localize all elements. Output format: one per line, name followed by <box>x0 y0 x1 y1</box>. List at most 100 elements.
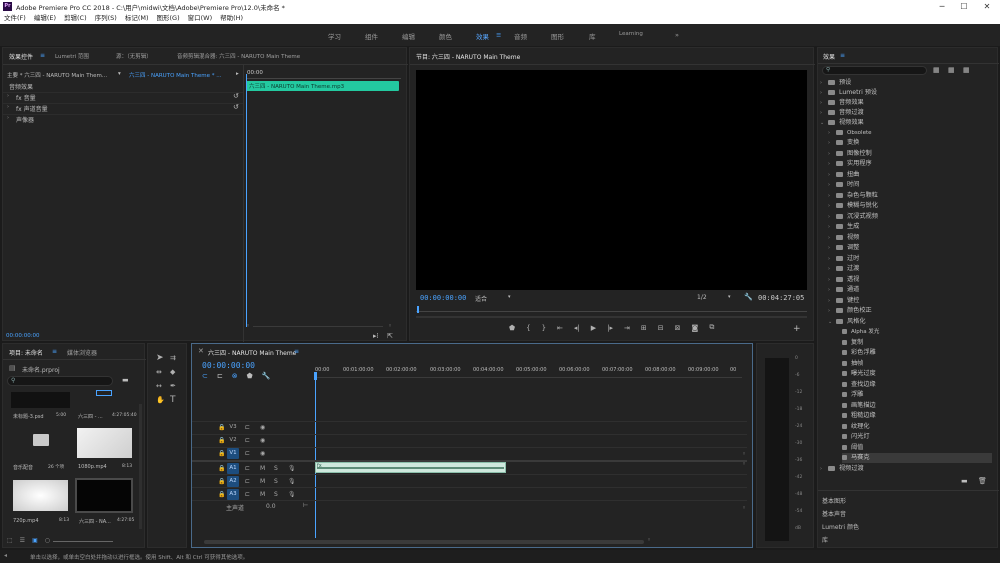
v1-lock-icon[interactable]: 🔒 <box>218 450 225 457</box>
tree-utility[interactable]: › 实用程序 <box>828 159 872 169</box>
panel-libraries[interactable]: 库 <box>822 535 828 544</box>
panel-lumetri-color[interactable]: Lumetri 颜色 <box>822 522 859 531</box>
workspace-tab-color[interactable]: 颜色 <box>439 31 452 41</box>
tree-video-effects[interactable]: ⌄ 视频效果 <box>820 118 864 128</box>
tree-transition[interactable]: › 过渡 <box>828 264 859 274</box>
export-frame-icon[interactable]: ⇱ <box>387 332 393 340</box>
effect-channel-volume[interactable]: fx 声道音量 <box>16 104 48 113</box>
maximize-button[interactable]: ☐ <box>957 1 971 12</box>
v-scroll-handle-top-icon[interactable]: ◦ <box>742 450 746 458</box>
v3-sync-icon[interactable]: ⊏ <box>245 424 250 431</box>
panel-essential-sound[interactable]: 基本声音 <box>822 509 846 518</box>
a1-mute-button[interactable]: M <box>260 465 265 472</box>
settings-wrench-icon[interactable]: 🔧 <box>744 293 753 301</box>
tree-transform[interactable]: › 变换 <box>828 138 859 148</box>
tree-video[interactable]: › 视频 <box>828 233 859 243</box>
razor-tool-icon[interactable]: ◆ <box>170 368 175 376</box>
tree-time[interactable]: › 时间 <box>828 180 859 190</box>
v3-target-button[interactable]: V3 <box>227 422 239 433</box>
ripple-edit-tool-icon[interactable]: ⇹ <box>156 368 162 376</box>
tree-obsolete-cn[interactable]: › 过时 <box>828 254 859 264</box>
program-video-canvas[interactable] <box>416 70 807 290</box>
tree-distort[interactable]: › 扭曲 <box>828 170 859 180</box>
workspace-tab-audio[interactable]: 音频 <box>514 31 527 41</box>
panel-menu-icon[interactable]: ≡ <box>40 52 45 59</box>
a1-sync-icon[interactable]: ⊏ <box>245 465 250 472</box>
tree-posterize-time[interactable]: 抽帧 <box>842 359 863 369</box>
a3-target-button[interactable]: A3 <box>227 489 239 500</box>
menu-help[interactable]: 帮助(H) <box>216 13 247 24</box>
menu-marker[interactable]: 标记(M) <box>121 13 153 24</box>
tree-roughen-edges[interactable]: 粗糙边缘 <box>842 411 876 421</box>
clip-selector-dropdown-icon[interactable]: ▾ <box>118 71 121 77</box>
resolution-dropdown[interactable]: 1/2 <box>697 294 707 301</box>
menu-file[interactable]: 文件(F) <box>0 13 30 24</box>
v2-target-button[interactable]: V2 <box>227 435 239 446</box>
a2-lock-icon[interactable]: 🔒 <box>218 478 225 485</box>
hand-tool-icon[interactable]: ✋ <box>156 396 165 404</box>
accelerated-filter-icon[interactable]: ▦ <box>933 66 940 74</box>
tree-threshold[interactable]: 阈值 <box>842 443 863 453</box>
thumb-zoom-slider[interactable] <box>53 541 113 542</box>
selection-tool-icon[interactable]: ➤ <box>156 354 164 363</box>
program-monitor-title[interactable]: 节目: 六三四 - NARUTO Main Theme <box>416 52 520 61</box>
a3-mute-button[interactable]: M <box>260 491 265 498</box>
fit-dropdown[interactable]: 适合 <box>475 294 487 303</box>
fit-dropdown-icon[interactable]: ▾ <box>508 294 511 300</box>
tree-brush-strokes[interactable]: 画笔描边 <box>842 401 876 411</box>
go-to-out-icon[interactable]: ⇥ <box>624 324 630 332</box>
tab-effect-controls[interactable]: 效果控件 <box>9 52 33 61</box>
expand-volume-icon[interactable]: › <box>7 93 9 99</box>
filter-icon[interactable]: ▸⁞ <box>373 332 379 340</box>
thumb-bin[interactable] <box>11 424 70 457</box>
track-select-tool-icon[interactable]: ⇉ <box>170 354 176 362</box>
zoom-handle-right-icon[interactable]: ◦ <box>388 322 392 330</box>
menu-graphics[interactable]: 图形(G) <box>153 13 184 24</box>
tab-source[interactable]: 源：（无剪辑） <box>116 52 152 60</box>
tree-find-edges[interactable]: 查找边缘 <box>842 380 876 390</box>
timeline-sequence-tab[interactable]: 六三四 - NARUTO Main Theme <box>208 348 296 357</box>
tree-color-correction[interactable]: › 颜色校正 <box>828 306 872 316</box>
lock-icon[interactable]: ⬚ <box>7 537 13 544</box>
a3-solo-button[interactable]: S <box>274 491 278 498</box>
tree-audio-transitions[interactable]: › 音频过渡 <box>820 108 864 118</box>
a2-sync-icon[interactable]: ⊏ <box>245 478 250 485</box>
audio-clip-bar[interactable]: 六三四 - NARUTO Main Theme.mp3 <box>246 81 399 91</box>
insert-icon[interactable]: ⊞ <box>641 324 647 332</box>
linked-selection-icon[interactable]: ⊗ <box>232 372 238 380</box>
workspace-tab-graphics[interactable]: 图形 <box>551 31 564 41</box>
tree-solarize[interactable]: 曝光过度 <box>842 369 876 379</box>
menu-edit[interactable]: 编辑(E) <box>30 13 60 24</box>
tab-project[interactable]: 项目: 未命名 <box>9 348 43 357</box>
workspace-tab-learn[interactable]: 学习 <box>328 31 341 41</box>
v3-lock-icon[interactable]: 🔒 <box>218 424 225 431</box>
tree-lumetri-presets[interactable]: › Lumetri 预设 <box>820 88 877 98</box>
a3-sync-icon[interactable]: ⊏ <box>245 491 250 498</box>
tree-generate[interactable]: › 生成 <box>828 222 859 232</box>
a3-mic-icon[interactable]: 🎙 <box>288 491 296 498</box>
camera-export-icon[interactable]: ◙ <box>692 324 699 332</box>
workspace-tab-effects[interactable]: 效果 <box>476 31 489 41</box>
program-playhead[interactable] <box>417 306 419 313</box>
effects-menu-icon[interactable]: ≡ <box>840 52 845 59</box>
a3-lock-icon[interactable]: 🔒 <box>218 491 225 498</box>
tree-replicate[interactable]: 复制 <box>842 338 863 348</box>
timeline-zoom-handle-icon[interactable]: ◦ <box>647 536 651 544</box>
v3-eye-icon[interactable]: ◉ <box>260 424 265 431</box>
yuv-filter-icon[interactable]: ▦ <box>963 66 970 74</box>
master-clip-path[interactable]: 主要 * 六三四 - NARUTO Main Them... <box>7 71 107 79</box>
menu-window[interactable]: 窗口(W) <box>184 13 217 24</box>
step-forward-icon[interactable]: |▸ <box>607 324 613 332</box>
32bit-filter-icon[interactable]: ▦ <box>948 66 955 74</box>
tree-image-control[interactable]: › 图像控制 <box>828 149 872 159</box>
tree-emboss[interactable]: 浮雕 <box>842 390 863 400</box>
go-to-in-icon[interactable]: ⇤ <box>557 324 563 332</box>
tree-adjust[interactable]: › 调整 <box>828 243 859 253</box>
timeline-horizontal-scrollbar[interactable] <box>204 540 644 544</box>
tab-media-browser[interactable]: 媒体浏览器 <box>67 348 97 357</box>
play-icon[interactable]: ▶ <box>591 324 596 332</box>
v2-eye-icon[interactable]: ◉ <box>260 437 265 444</box>
v-scroll-handle-bottom-icon[interactable]: ◦ <box>742 460 746 468</box>
workspace-tab-libraries[interactable]: 库 <box>589 31 596 41</box>
tree-channel[interactable]: › 通道 <box>828 285 859 295</box>
